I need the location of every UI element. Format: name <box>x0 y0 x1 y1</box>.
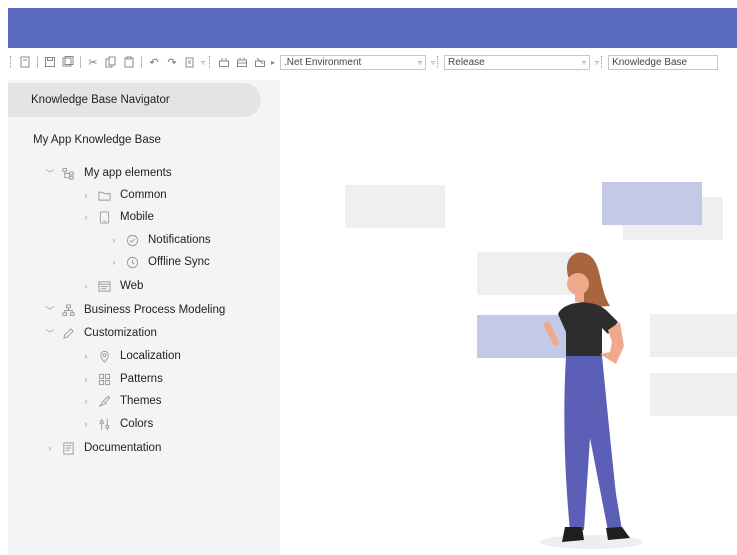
placeholder-card <box>345 185 445 228</box>
hierarchy-icon <box>60 166 76 180</box>
tree-item-label: Notifications <box>148 234 211 246</box>
chevron-down-icon: ▿ <box>582 57 587 67</box>
save-icon[interactable] <box>43 55 57 69</box>
chevron-down-icon[interactable]: ﹀ <box>44 304 56 317</box>
tree-item-web[interactable]: › Web <box>80 278 144 294</box>
build-dropdown-icon[interactable]: ▿ <box>201 58 205 67</box>
paste-icon[interactable] <box>122 55 136 69</box>
tree-item-label: Business Process Modeling <box>84 304 226 316</box>
toolbar-grip[interactable] <box>209 56 211 68</box>
kb-root-title[interactable]: My App Knowledge Base <box>33 134 161 146</box>
tree-item-label: Localization <box>120 350 181 362</box>
toolbar-grip[interactable] <box>601 56 603 68</box>
chevron-down-icon: ▿ <box>418 57 423 67</box>
document-icon <box>60 441 76 455</box>
configuration-select-value: Release <box>448 56 485 68</box>
tree-item-notifications[interactable]: › Notifications <box>108 232 211 248</box>
tree-item-label: Documentation <box>84 442 162 454</box>
cut-icon[interactable]: ✂ <box>86 55 100 69</box>
chevron-right-icon[interactable]: › <box>80 351 92 361</box>
chevron-right-icon[interactable]: › <box>80 419 92 429</box>
folder-icon <box>96 188 112 202</box>
environment-select[interactable]: .Net Environment ▿ <box>280 54 427 70</box>
location-pin-icon <box>96 349 112 363</box>
save-all-icon[interactable] <box>61 55 75 69</box>
chevron-right-icon[interactable]: › <box>80 374 92 384</box>
build-icon[interactable] <box>183 55 197 69</box>
environment-select-value: .Net Environment <box>284 56 362 68</box>
chevron-right-icon[interactable]: › <box>80 396 92 406</box>
tree-item-label: Themes <box>120 395 162 407</box>
mobile-icon <box>96 210 112 224</box>
placeholder-card <box>650 314 737 357</box>
environment-dropdown-icon[interactable]: ▿ <box>431 58 435 67</box>
tree-item-documentation[interactable]: › Documentation <box>44 440 161 456</box>
chevron-right-icon[interactable]: › <box>80 212 92 222</box>
chevron-right-icon[interactable]: › <box>108 257 120 267</box>
copy-icon[interactable] <box>104 55 118 69</box>
title-bar <box>8 8 737 48</box>
tree-item-localization[interactable]: › Localization <box>80 348 181 364</box>
tree-item-customization[interactable]: ﹀ Customization <box>44 325 157 341</box>
placeholder-card <box>650 373 737 416</box>
color-sliders-icon <box>96 417 112 431</box>
person-illustration <box>540 252 642 549</box>
tree-item-label: Web <box>120 280 144 292</box>
tree-item-offline-sync[interactable]: › Offline Sync <box>108 254 210 270</box>
tree-item-patterns[interactable]: › Patterns <box>80 371 163 387</box>
start-page-content <box>282 80 737 555</box>
check-circle-icon <box>124 233 140 247</box>
toolbar-separator <box>37 56 38 68</box>
toolbar-separator <box>80 56 81 68</box>
chevron-right-icon[interactable]: › <box>108 235 120 245</box>
configuration-select[interactable]: Release ▿ <box>444 54 591 70</box>
kb-select-value: Knowledge Base <box>612 56 688 68</box>
tree-item-label: Patterns <box>120 373 163 385</box>
chevron-down-icon[interactable]: ﹀ <box>44 327 56 340</box>
undo-icon[interactable]: ↶ <box>147 55 161 69</box>
tree-item-label: Mobile <box>120 211 154 223</box>
chevron-right-icon[interactable]: › <box>44 443 56 453</box>
tree-item-bpm[interactable]: ﹀ Business Process Modeling <box>44 302 225 318</box>
tree-item-themes[interactable]: › Themes <box>80 393 162 409</box>
grid-icon <box>96 372 112 386</box>
new-object-icon[interactable] <box>18 55 32 69</box>
tree-item-label: Customization <box>84 327 157 339</box>
chevron-right-icon[interactable]: › <box>80 190 92 200</box>
toolbar-grip[interactable] <box>437 56 439 68</box>
tree-item-label: Common <box>120 189 167 201</box>
redo-icon[interactable]: ↷ <box>165 55 179 69</box>
web-page-icon <box>96 279 112 293</box>
history-icon <box>124 255 140 269</box>
knowledge-base-navigator-panel: Knowledge Base Navigator My App Knowledg… <box>8 80 280 555</box>
deploy-icon[interactable] <box>235 55 249 69</box>
navigator-header-label: Knowledge Base Navigator <box>31 94 170 106</box>
navigator-header[interactable]: Knowledge Base Navigator <box>8 83 261 117</box>
toolbar-overflow-icon[interactable]: ▸ <box>271 58 275 67</box>
main-toolbar: ✂ ↶ ↷ ▿ ▸ .Net Environment ▿ ▿ Release ▿… <box>0 52 737 72</box>
configuration-dropdown-icon[interactable]: ▿ <box>595 58 599 67</box>
tree-item-label: Colors <box>120 418 154 430</box>
clean-icon[interactable] <box>253 55 267 69</box>
toolbar-grip[interactable] <box>10 56 12 68</box>
brush-icon <box>96 394 112 408</box>
tree-item-label: My app elements <box>84 167 172 179</box>
highlighted-card <box>602 182 702 225</box>
tree-item-common[interactable]: › Common <box>80 187 167 203</box>
tree-item-app-elements[interactable]: ﹀ My app elements <box>44 165 172 181</box>
chevron-down-icon[interactable]: ﹀ <box>44 167 56 180</box>
tree-item-mobile[interactable]: › Mobile <box>80 209 154 225</box>
tree-item-colors[interactable]: › Colors <box>80 416 154 432</box>
org-chart-icon <box>60 303 76 317</box>
toolbar-separator <box>141 56 142 68</box>
kb-select[interactable]: Knowledge Base <box>608 54 719 70</box>
pencil-icon <box>60 326 76 340</box>
tree-item-label: Offline Sync <box>148 256 210 268</box>
run-icon[interactable] <box>217 55 231 69</box>
chevron-right-icon[interactable]: › <box>80 281 92 291</box>
